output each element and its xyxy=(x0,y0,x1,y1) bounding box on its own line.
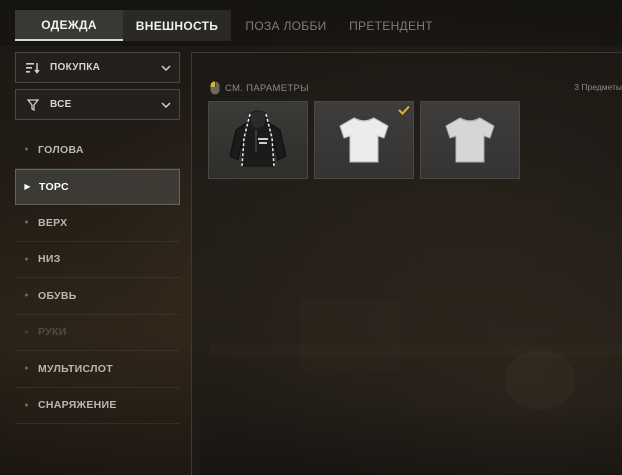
bullet-icon: ● xyxy=(24,292,29,300)
item-grey-tshirt[interactable] xyxy=(420,101,520,179)
bullet-icon: ● xyxy=(24,255,29,263)
chevron-down-icon xyxy=(153,101,179,108)
category-list: ● ГОЛОВА ▶ ТОРС ● ВЕРХ ● НИЗ ● ОБУВЬ ● Р… xyxy=(15,132,180,424)
filter-dropdown[interactable]: ВСЕ xyxy=(15,89,180,120)
category-multislot[interactable]: ● МУЛЬТИСЛОТ xyxy=(15,351,180,388)
category-label: РУКИ xyxy=(38,326,67,339)
items-panel: СМ. ПАРАМЕТРЫ 3 Предметы xyxy=(191,52,622,475)
item-count: 3 Предметы xyxy=(574,82,622,92)
item-grid xyxy=(208,101,520,179)
sort-icon xyxy=(16,62,50,74)
triangle-right-icon: ▶ xyxy=(24,182,31,192)
category-label: МУЛЬТИСЛОТ xyxy=(38,362,113,375)
bullet-icon: ● xyxy=(24,328,29,336)
category-torso[interactable]: ▶ ТОРС xyxy=(15,168,180,205)
item-white-tshirt[interactable] xyxy=(314,101,414,179)
bullet-icon: ● xyxy=(24,219,29,227)
filter-label: ВСЕ xyxy=(50,99,72,110)
tshirt-icon xyxy=(445,117,495,163)
tab-contender[interactable]: ПРЕТЕНДЕНТ xyxy=(341,10,441,41)
item-black-hoodie[interactable] xyxy=(208,101,308,179)
mouse-icon xyxy=(210,81,220,95)
category-label: ТОРС xyxy=(39,180,69,193)
category-bottom[interactable]: ● НИЗ xyxy=(15,242,180,278)
category-label: ОБУВЬ xyxy=(38,289,77,302)
sort-label: ПОКУПКА xyxy=(50,62,101,73)
category-gear[interactable]: ● СНАРЯЖЕНИЕ xyxy=(15,388,180,424)
tab-clothing[interactable]: ОДЕЖДА xyxy=(15,10,123,41)
category-hands: ● РУКИ xyxy=(15,315,180,351)
category-top[interactable]: ● ВЕРХ xyxy=(15,205,180,242)
bullet-icon: ● xyxy=(24,365,29,373)
bullet-icon: ● xyxy=(24,401,29,409)
category-head[interactable]: ● ГОЛОВА xyxy=(15,132,180,169)
category-label: ВЕРХ xyxy=(38,216,68,229)
category-label: НИЗ xyxy=(38,253,61,266)
top-tab-bar: ОДЕЖДА ВНЕШНОСТЬ ПОЗА ЛОББИ ПРЕТЕНДЕНТ xyxy=(0,0,622,46)
chevron-down-icon xyxy=(153,64,179,71)
tab-appearance[interactable]: ВНЕШНОСТЬ xyxy=(123,10,231,41)
category-label: СНАРЯЖЕНИЕ xyxy=(38,399,117,412)
equipped-check-icon xyxy=(395,102,413,118)
tab-lobby-pose[interactable]: ПОЗА ЛОББИ xyxy=(231,10,341,41)
hoodie-icon xyxy=(229,110,287,167)
category-label: ГОЛОВА xyxy=(38,143,84,156)
sort-dropdown[interactable]: ПОКУПКА xyxy=(15,52,180,83)
view-params-label: СМ. ПАРАМЕТРЫ xyxy=(225,82,309,94)
filter-icon xyxy=(16,98,50,111)
tshirt-icon xyxy=(339,117,389,163)
view-params-hint[interactable]: СМ. ПАРАМЕТРЫ xyxy=(210,81,309,95)
category-shoes[interactable]: ● ОБУВЬ xyxy=(15,278,180,315)
bullet-icon: ● xyxy=(24,146,29,154)
